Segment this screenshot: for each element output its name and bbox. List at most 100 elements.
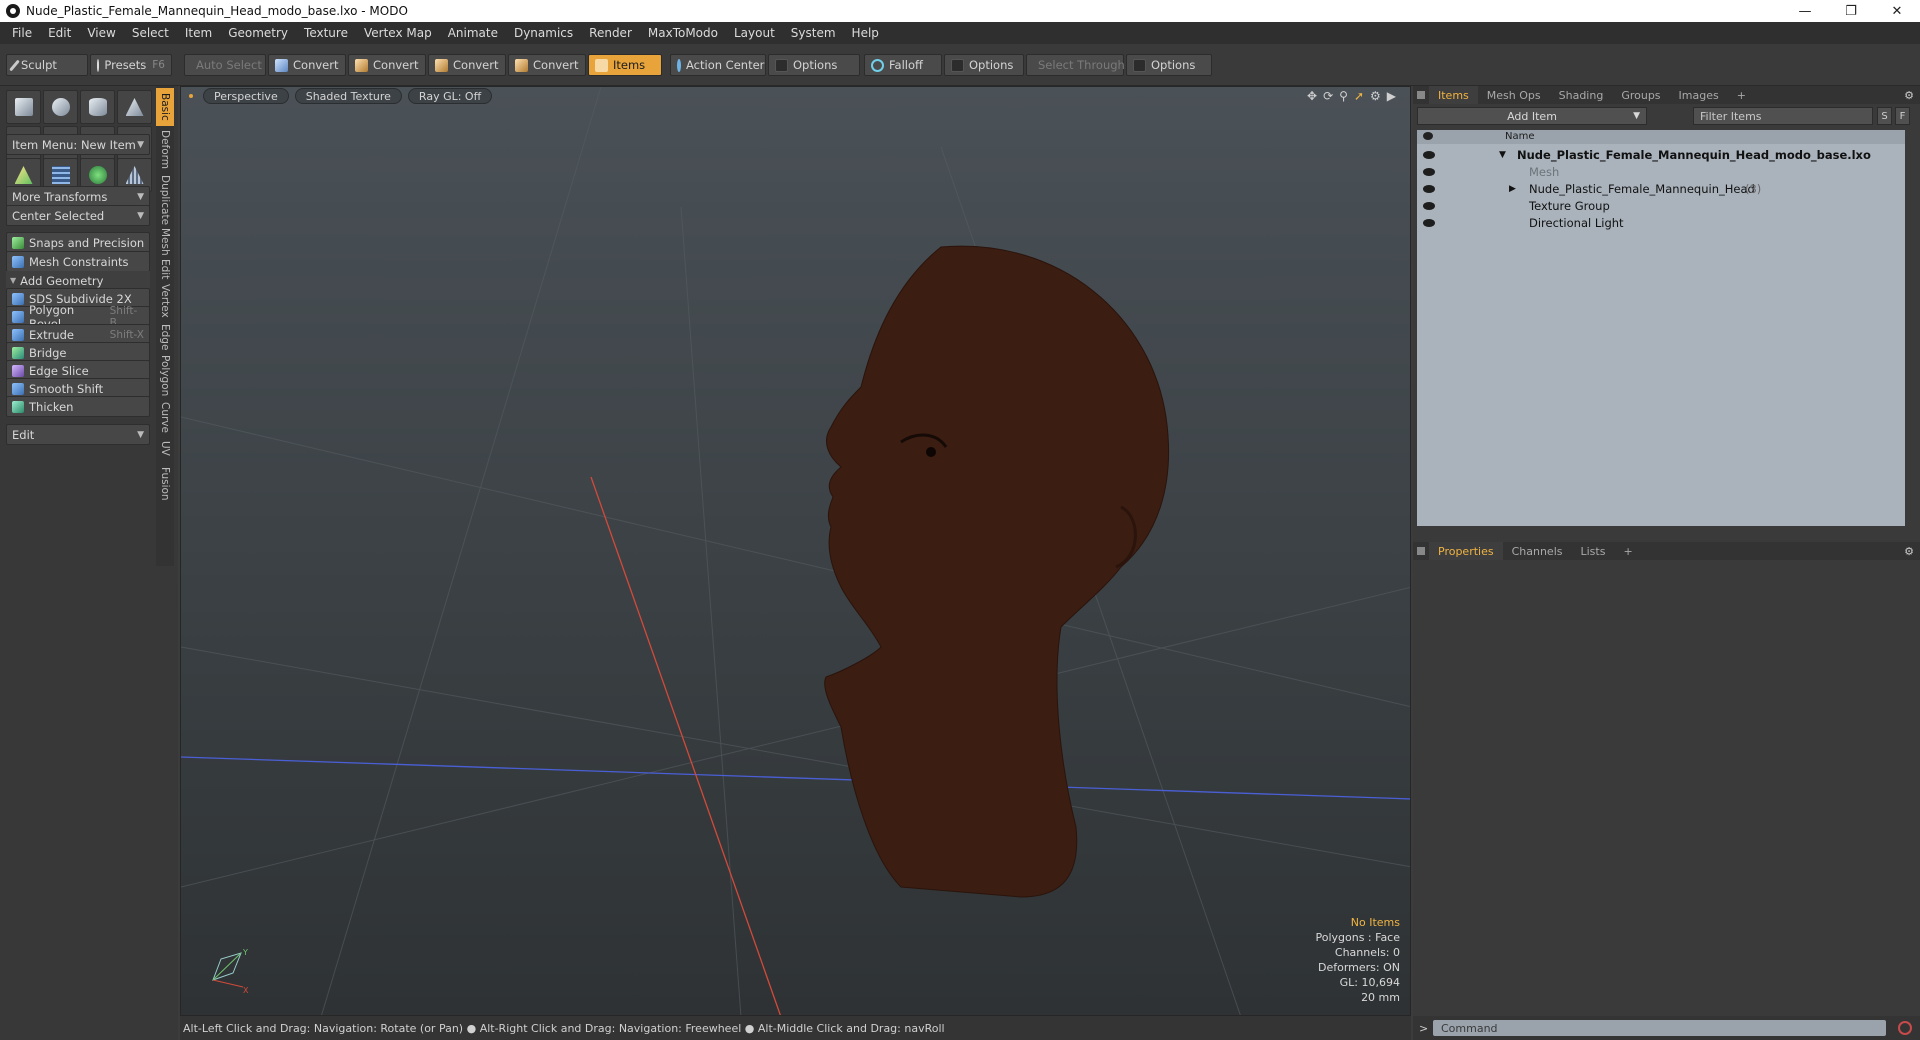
item-menu-dropdown-row[interactable]: Item Menu: New Item ▼ [6,134,150,155]
menu-select[interactable]: Select [124,26,177,40]
stat-channels: Channels: 0 [1334,946,1400,959]
rotate-icon[interactable]: ⟳ [1323,89,1333,103]
tab-images[interactable]: Images [1670,86,1728,104]
sphere-primitive-button[interactable] [43,90,78,124]
tab-edge[interactable]: Edge [156,322,174,352]
visibility-eye-icon[interactable] [1423,167,1435,176]
tree-row-mesh[interactable]: Mesh [1417,163,1905,180]
cone-primitive-button[interactable] [117,90,152,124]
auto-select-button[interactable]: Auto Select [184,54,266,76]
close-button[interactable]: ✕ [1874,4,1920,19]
visibility-eye-icon[interactable] [1423,184,1435,193]
menu-item[interactable]: Item [177,26,220,40]
cylinder-primitive-button[interactable] [80,90,115,124]
convert-vertices-button[interactable]: Convert [268,54,346,76]
zoom-icon[interactable]: ⚲ [1339,89,1348,103]
falloff-button[interactable]: Falloff [864,54,942,76]
tab-curve[interactable]: Curve [156,400,174,434]
expand-arrow-icon[interactable]: ▶ [1509,184,1516,194]
3d-viewport[interactable]: Perspective Shaded Texture Ray GL: Off ✥… [180,86,1411,1016]
menu-view[interactable]: View [79,26,123,40]
settings-icon[interactable]: ⚙ [1370,89,1381,103]
falloff-icon [871,58,884,72]
tab-properties[interactable]: Properties [1429,542,1503,560]
cube-primitive-button[interactable] [6,90,41,124]
convert-icon [275,58,288,72]
shaded-texture-button[interactable]: Shaded Texture [294,88,402,104]
menu-render[interactable]: Render [581,26,640,40]
convert-items-button[interactable]: Convert [508,54,586,76]
panel-options-icon[interactable]: ⚙ [1904,545,1914,558]
fit-icon[interactable]: ➚ [1354,89,1364,103]
expand-arrow-icon[interactable]: ▼ [1499,150,1506,160]
action-center-button[interactable]: Action Center [670,54,766,76]
presets-button[interactable]: Presets F6 [90,54,172,76]
tab-shading[interactable]: Shading [1550,86,1613,104]
menu-geometry[interactable]: Geometry [220,26,296,40]
tab-basic[interactable]: Basic [156,88,174,126]
filter-s-button[interactable]: S [1877,107,1892,125]
items-mode-button[interactable]: Items [588,54,662,76]
menu-maxtomodo[interactable]: MaxToModo [640,26,726,40]
more-transforms-dropdown[interactable]: More Transforms ▼ [6,186,150,207]
center-selected-dropdown[interactable]: Center Selected ▼ [6,205,150,226]
tab-groups[interactable]: Groups [1612,86,1669,104]
tab-fusion[interactable]: Fusion [156,464,174,504]
tab-polygon[interactable]: Polygon [156,354,174,398]
menu-texture[interactable]: Texture [296,26,356,40]
falloff-options-button[interactable]: Options [944,54,1024,76]
panel-options-icon[interactable]: ⚙ [1904,89,1914,102]
filter-items-input[interactable]: Filter Items [1693,107,1873,125]
restore-button[interactable]: ❐ [1828,4,1874,19]
mannequin-head-mesh[interactable] [824,245,1169,898]
tab-uv[interactable]: UV [156,436,174,460]
menu-dynamics[interactable]: Dynamics [506,26,581,40]
tree-row-texture-group[interactable]: Texture Group [1417,197,1905,214]
action-center-options-button[interactable]: Options [768,54,860,76]
minimize-button[interactable]: — [1782,4,1828,19]
snaps-precision-button[interactable]: Snaps and Precision [6,232,150,253]
record-icon[interactable] [1898,1021,1912,1035]
tab-items[interactable]: Items [1429,86,1478,104]
tab-duplicate[interactable]: Duplicate [156,174,174,226]
menu-animate[interactable]: Animate [440,26,506,40]
select-through-options-button[interactable]: Options [1126,54,1212,76]
tab-mesh-edit[interactable]: Mesh Edit [156,228,174,280]
visibility-eye-icon[interactable] [1423,150,1435,159]
visibility-eye-icon[interactable] [1423,201,1435,210]
add-tab-icon[interactable]: + [1614,542,1641,560]
filter-f-button[interactable]: F [1895,107,1910,125]
visibility-eye-icon[interactable] [1423,218,1435,227]
raygl-button[interactable]: Ray GL: Off [407,88,493,104]
command-input[interactable]: Command [1433,1020,1886,1036]
convert-edges-button[interactable]: Convert [348,54,426,76]
menu-system[interactable]: System [783,26,844,40]
sculpt-button[interactable]: Sculpt [6,54,88,76]
select-through-button[interactable]: Select Through [1026,54,1125,76]
panel-menu-icon[interactable] [1417,91,1425,99]
convert-polygons-button[interactable]: Convert [428,54,506,76]
mesh-constraints-button[interactable]: Mesh Constraints [6,251,150,272]
tree-row-scene[interactable]: ▼ Nude_Plastic_Female_Mannequin_Head_modo… [1417,146,1905,163]
edit-dropdown[interactable]: Edit ▼ [6,424,150,445]
convert-icon [515,58,528,72]
menu-file[interactable]: File [4,26,40,40]
panel-menu-icon[interactable] [1417,547,1425,555]
pan-icon[interactable]: ✥ [1307,89,1317,103]
tree-row-directional-light[interactable]: Directional Light [1417,214,1905,231]
thicken-button[interactable]: Thicken [6,396,150,417]
tab-lists[interactable]: Lists [1572,542,1615,560]
tab-deform[interactable]: Deform [156,128,174,172]
tab-mesh-ops[interactable]: Mesh Ops [1478,86,1550,104]
menu-vertex-map[interactable]: Vertex Map [356,26,440,40]
tab-channels[interactable]: Channels [1503,542,1572,560]
perspective-button[interactable]: Perspective [203,88,289,104]
menu-help[interactable]: Help [844,26,887,40]
tab-vertex[interactable]: Vertex [156,282,174,320]
tree-row-mannequin-head[interactable]: ▶ Nude_Plastic_Female_Mannequin_Head (3) [1417,180,1905,197]
add-item-dropdown[interactable]: Add Item ▼ [1417,107,1647,125]
menu-layout[interactable]: Layout [726,26,783,40]
add-tab-icon[interactable]: + [1728,86,1755,104]
expand-arrow-icon[interactable]: ▶ [1387,89,1396,103]
menu-edit[interactable]: Edit [40,26,79,40]
